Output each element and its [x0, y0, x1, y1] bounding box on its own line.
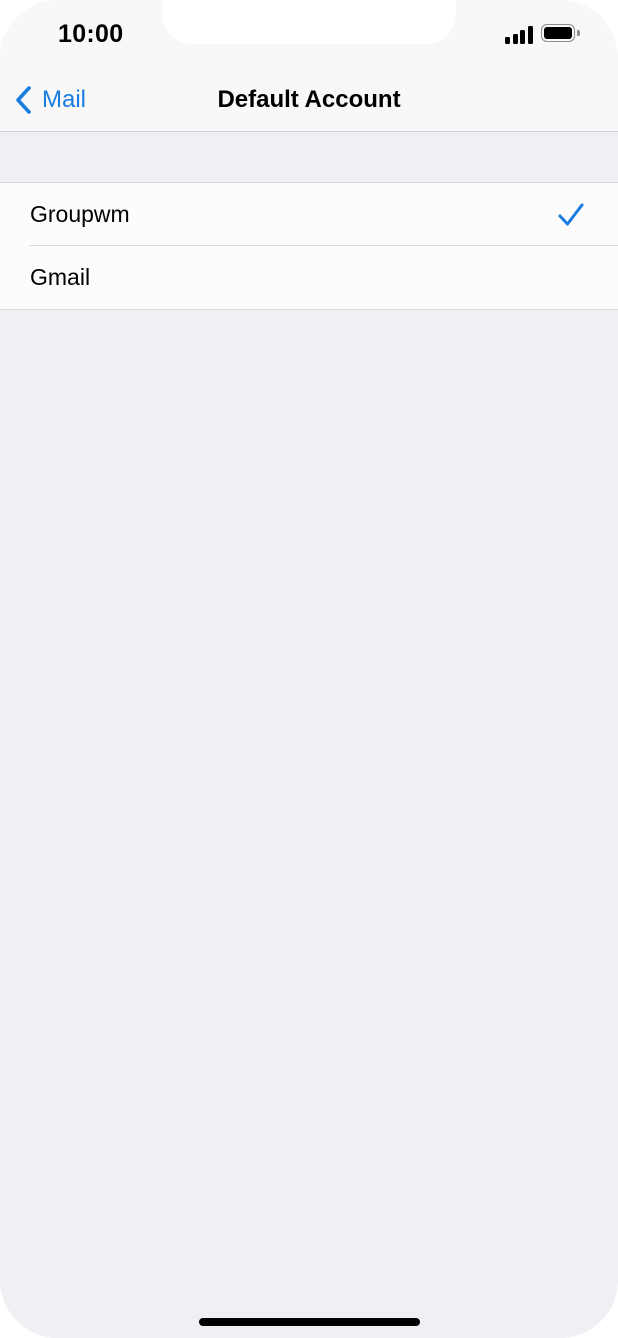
home-indicator[interactable]: [199, 1318, 420, 1326]
status-time: 10:00: [58, 20, 124, 48]
cellular-signal-icon: [505, 24, 535, 44]
battery-icon: [541, 24, 581, 44]
account-label: Groupwm: [30, 201, 130, 227]
page-title: Default Account: [217, 86, 401, 113]
account-row-gmail[interactable]: Gmail: [0, 245, 618, 309]
checkmark-icon: [558, 203, 584, 226]
notch: [162, 0, 456, 44]
navigation-bar: 10:00 Mail Default Account: [0, 0, 618, 132]
account-label: Gmail: [30, 264, 91, 290]
phone-screen: 10:00 Mail Default Account Groupwm Gmail: [0, 0, 618, 1338]
account-row-groupwm[interactable]: Groupwm: [0, 183, 618, 246]
account-list: Groupwm Gmail: [0, 182, 618, 310]
